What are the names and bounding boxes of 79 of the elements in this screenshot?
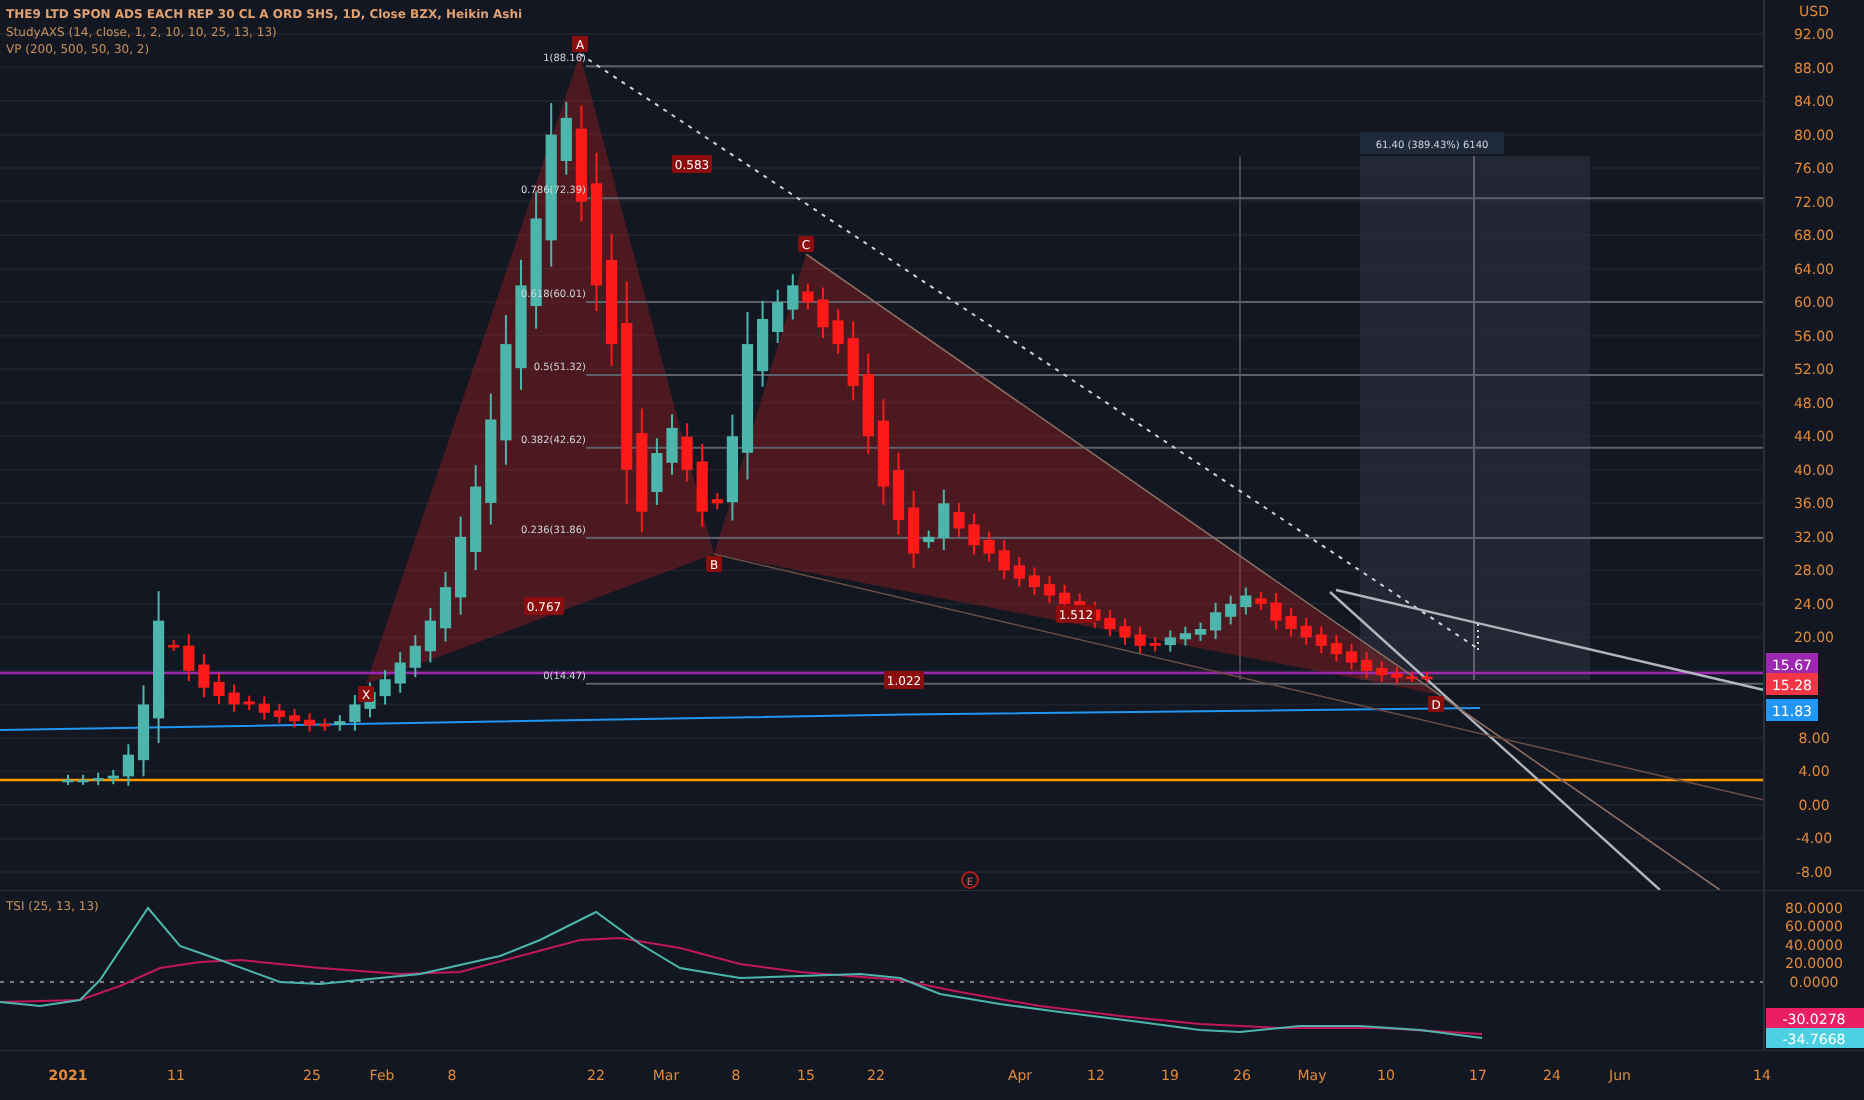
candlestick bbox=[349, 694, 361, 732]
candlestick bbox=[696, 442, 708, 528]
candlestick bbox=[228, 683, 240, 713]
candlestick bbox=[409, 634, 421, 679]
candlestick bbox=[772, 288, 784, 345]
candlestick bbox=[923, 529, 935, 550]
candlestick bbox=[273, 702, 285, 725]
candlestick bbox=[1164, 629, 1176, 653]
candlestick bbox=[77, 773, 89, 786]
candlestick bbox=[137, 684, 150, 778]
candlestick bbox=[1240, 586, 1252, 616]
candlestick bbox=[439, 570, 452, 643]
candlestick bbox=[424, 606, 436, 664]
candlestick bbox=[198, 652, 210, 699]
candlestick bbox=[862, 352, 874, 455]
candlestick bbox=[122, 743, 134, 787]
candlestick bbox=[183, 633, 195, 682]
candlestick bbox=[379, 669, 391, 706]
candlestick bbox=[847, 320, 859, 402]
candlestick bbox=[1270, 591, 1282, 631]
candlestick bbox=[938, 488, 950, 552]
candlestick bbox=[1210, 601, 1222, 641]
candlestick bbox=[681, 422, 693, 483]
dotted-marker bbox=[1477, 623, 1479, 653]
candlestick bbox=[787, 273, 799, 321]
candlestick bbox=[983, 530, 995, 563]
candlestick bbox=[258, 695, 270, 721]
candlestick bbox=[802, 282, 814, 311]
candlestick bbox=[107, 768, 119, 786]
candlestick bbox=[288, 707, 301, 729]
candlestick bbox=[1421, 670, 1433, 684]
candlestick bbox=[304, 712, 316, 733]
candlestick bbox=[817, 286, 829, 339]
candlestick bbox=[1255, 591, 1267, 611]
candlestick bbox=[1345, 642, 1358, 671]
candlestick bbox=[394, 651, 406, 694]
candlestick bbox=[1013, 555, 1025, 588]
candlestick bbox=[1119, 617, 1131, 646]
candlestick bbox=[1043, 575, 1056, 604]
candlestick bbox=[651, 437, 663, 506]
candlestick bbox=[62, 773, 74, 786]
candlestick bbox=[1134, 625, 1146, 655]
candlestick bbox=[1330, 634, 1342, 663]
candlestick bbox=[1285, 606, 1297, 638]
candlestick bbox=[1406, 670, 1418, 683]
candlestick bbox=[908, 490, 920, 569]
candlestick bbox=[92, 771, 104, 787]
candlestick bbox=[319, 717, 331, 732]
candlestick bbox=[877, 398, 889, 506]
candlestick bbox=[968, 513, 980, 556]
candlestick bbox=[455, 515, 467, 616]
candlestick bbox=[334, 714, 346, 732]
candlestick bbox=[1361, 650, 1373, 680]
candlestick bbox=[1179, 625, 1191, 647]
candlestick bbox=[892, 451, 905, 537]
candlestick bbox=[757, 299, 769, 388]
candlestick bbox=[168, 638, 180, 652]
candlestick bbox=[666, 413, 678, 476]
candlestick bbox=[636, 407, 648, 534]
candlestick bbox=[1376, 660, 1388, 683]
candlestick bbox=[1225, 594, 1237, 626]
candlestick bbox=[1300, 616, 1312, 646]
candlestick bbox=[213, 672, 225, 705]
candlestick bbox=[1028, 566, 1040, 596]
candlestick bbox=[832, 308, 844, 355]
candlestick bbox=[1149, 636, 1161, 653]
candlestick bbox=[606, 232, 618, 367]
candlestick bbox=[1194, 621, 1207, 642]
candlestick bbox=[1391, 666, 1403, 685]
candlestick bbox=[470, 464, 482, 572]
candlestick bbox=[243, 694, 255, 712]
candlestick bbox=[998, 539, 1010, 581]
candlestick bbox=[953, 501, 965, 538]
candlestick bbox=[726, 413, 738, 522]
candlestick bbox=[485, 392, 497, 526]
candlestick bbox=[560, 101, 572, 176]
candlestick bbox=[711, 492, 723, 511]
candlestick bbox=[1315, 625, 1327, 655]
candlestick bbox=[1104, 609, 1116, 638]
